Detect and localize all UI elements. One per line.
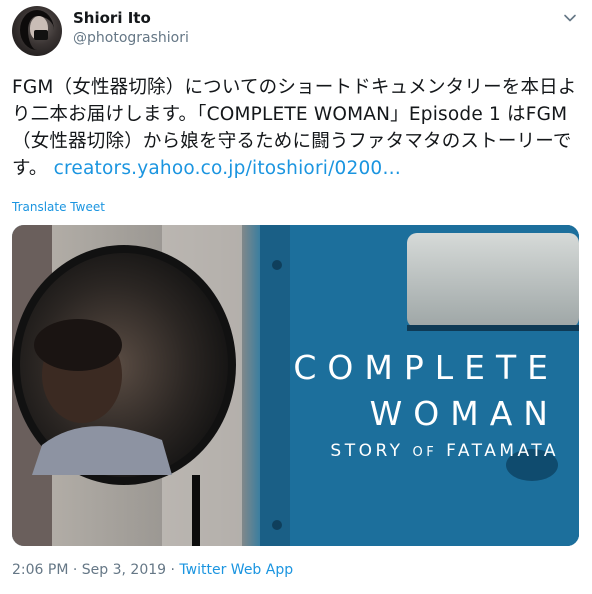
camera-icon bbox=[34, 30, 48, 40]
tweet-card: Shiori Ito @photograshiori FGM（女性器切除）につい… bbox=[0, 0, 592, 594]
media-title-line2: WOMAN bbox=[369, 394, 559, 433]
media-subtitle-story: STORY bbox=[330, 441, 413, 461]
display-name[interactable]: Shiori Ito bbox=[73, 9, 151, 27]
tweet-text: FGM（女性器切除）についてのショートドキュメンタリーを本日より二本お届けします… bbox=[12, 74, 584, 182]
tweet-meta: 2:06 PM · Sep 3, 2019 · Twitter Web App bbox=[12, 562, 293, 578]
avatar[interactable] bbox=[12, 6, 62, 56]
user-handle[interactable]: @photograshiori bbox=[73, 30, 189, 46]
tweet-time[interactable]: 2:06 PM bbox=[12, 562, 68, 578]
media-image[interactable]: COMPLETE WOMAN STORY OF FATAMATA bbox=[12, 225, 579, 546]
source-app-link[interactable]: Twitter Web App bbox=[179, 562, 293, 578]
media-subtitle-of: OF bbox=[412, 445, 438, 460]
media-subtitle-name: FATAMATA bbox=[437, 441, 559, 461]
tweet-link[interactable]: creators.yahoo.co.jp/itoshiori/0200… bbox=[54, 158, 401, 179]
chevron-down-icon[interactable] bbox=[562, 10, 578, 26]
meta-separator: · bbox=[166, 562, 180, 578]
media-subtitle: STORY OF FATAMATA bbox=[293, 441, 559, 461]
media-title: COMPLETE WOMAN STORY OF FATAMATA bbox=[293, 345, 559, 461]
translate-tweet-link[interactable]: Translate Tweet bbox=[12, 200, 105, 214]
meta-separator: · bbox=[68, 562, 82, 578]
media-title-line1: COMPLETE bbox=[293, 348, 559, 387]
tweet-date[interactable]: Sep 3, 2019 bbox=[82, 562, 166, 578]
